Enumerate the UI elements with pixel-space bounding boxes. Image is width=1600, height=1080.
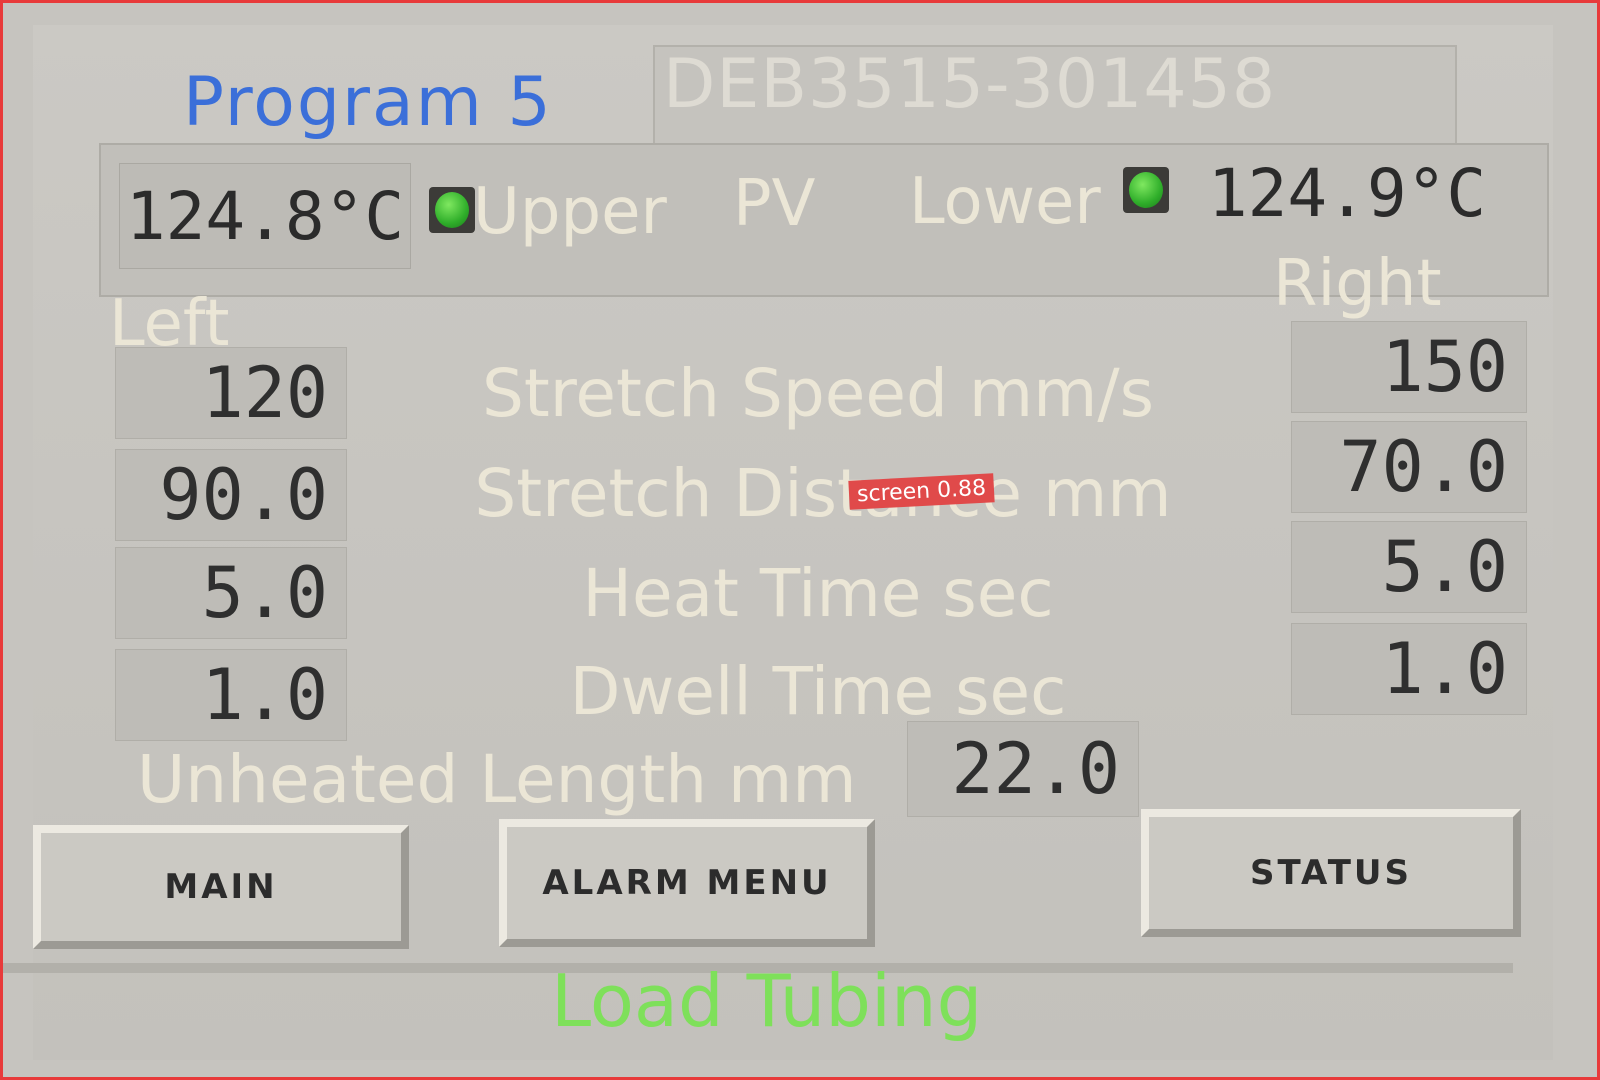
- part-number: DEB3515-301458: [663, 45, 1277, 124]
- heat-time-label: Heat Time sec: [582, 555, 1054, 632]
- status-message: Load Tubing: [551, 959, 983, 1043]
- stretch-distance-left-field[interactable]: 90.0: [115, 449, 347, 541]
- stretch-speed-right-field[interactable]: 150: [1291, 321, 1527, 413]
- main-button[interactable]: MAIN: [33, 825, 409, 949]
- status-button[interactable]: STATUS: [1141, 809, 1521, 937]
- dwell-time-right-field[interactable]: 1.0: [1291, 623, 1527, 715]
- stretch-distance-right-field[interactable]: 70.0: [1291, 421, 1527, 513]
- alarm-menu-button[interactable]: ALARM MENU: [499, 819, 875, 947]
- stretch-speed-label: Stretch Speed mm/s: [481, 355, 1155, 432]
- heat-time-right-field[interactable]: 5.0: [1291, 521, 1527, 613]
- dwell-time-label: Dwell Time sec: [569, 653, 1067, 730]
- program-title: Program 5: [183, 63, 553, 142]
- unheated-length-field[interactable]: 22.0: [907, 721, 1139, 817]
- hmi-frame: Program 5 DEB3515-301458 124.8°C Upper P…: [0, 0, 1600, 1080]
- right-column-label: Right: [1273, 247, 1442, 321]
- lower-temperature: 124.9°C: [1207, 154, 1487, 232]
- unheated-length-label: Unheated Length mm: [137, 741, 857, 818]
- upper-label: Upper: [473, 175, 667, 249]
- lower-label: Lower: [909, 165, 1101, 239]
- hmi-screen: Program 5 DEB3515-301458 124.8°C Upper P…: [3, 25, 1553, 1060]
- dwell-time-left-field[interactable]: 1.0: [115, 649, 347, 741]
- pv-label: PV: [733, 167, 816, 241]
- stretch-distance-label: Stretch Distance mm: [474, 455, 1172, 532]
- upper-status-lamp-icon: [429, 187, 475, 233]
- stretch-speed-left-field[interactable]: 120: [115, 347, 347, 439]
- lower-status-lamp-icon: [1123, 167, 1169, 213]
- heat-time-left-field[interactable]: 5.0: [115, 547, 347, 639]
- upper-temperature: 124.8°C: [119, 163, 411, 269]
